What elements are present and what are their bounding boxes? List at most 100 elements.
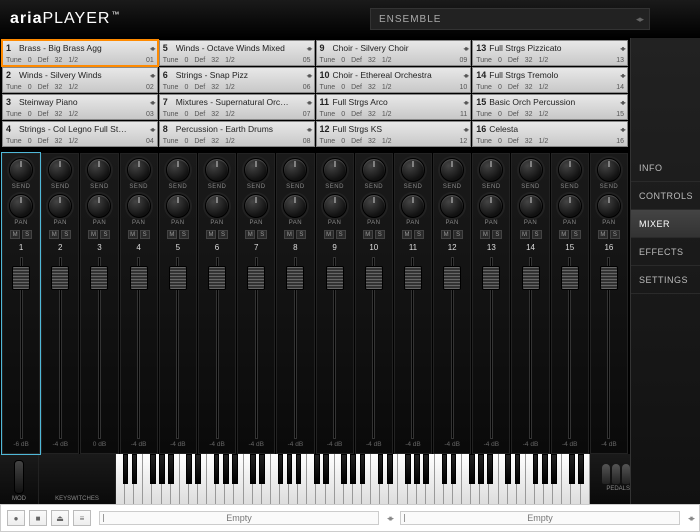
black-key[interactable] — [259, 454, 265, 484]
fader-handle[interactable] — [169, 266, 187, 290]
instrument-slot[interactable]: 13Full Strgs Pizzicato◂▸Tune0Def321/213 — [472, 40, 628, 66]
black-key[interactable] — [323, 454, 329, 484]
black-key[interactable] — [387, 454, 393, 484]
instrument-slot[interactable]: 15Basic Orch Percussion◂▸Tune0Def321/215 — [472, 94, 628, 120]
black-key[interactable] — [195, 454, 201, 484]
black-key[interactable] — [469, 454, 475, 484]
instrument-slot[interactable]: 14Full Strgs Tremolo◂▸Tune0Def321/214 — [472, 67, 628, 93]
instrument-slot[interactable]: 2Winds - Silvery Winds◂▸Tune0Def321/202 — [2, 67, 158, 93]
virtual-keyboard[interactable] — [116, 454, 590, 504]
fader-handle[interactable] — [365, 266, 383, 290]
eject-button[interactable]: ⏏ — [51, 510, 69, 526]
pan-knob[interactable] — [440, 194, 464, 218]
fader-handle[interactable] — [130, 266, 148, 290]
black-key[interactable] — [487, 454, 493, 484]
black-key[interactable] — [551, 454, 557, 484]
pan-knob[interactable] — [597, 194, 621, 218]
slot-prev-next-icon[interactable]: ◂▸ — [620, 98, 624, 107]
mute-button[interactable]: M — [520, 230, 530, 239]
mute-button[interactable]: M — [480, 230, 490, 239]
pan-knob[interactable] — [283, 194, 307, 218]
send-knob[interactable] — [127, 158, 151, 182]
pan-knob[interactable] — [127, 194, 151, 218]
black-key[interactable] — [123, 454, 129, 484]
black-key[interactable] — [542, 454, 548, 484]
black-key[interactable] — [341, 454, 347, 484]
black-key[interactable] — [278, 454, 284, 484]
pan-knob[interactable] — [9, 194, 33, 218]
solo-button[interactable]: S — [140, 230, 150, 239]
send-knob[interactable] — [440, 158, 464, 182]
send-knob[interactable] — [362, 158, 386, 182]
solo-button[interactable]: S — [336, 230, 346, 239]
tab-controls[interactable]: CONTROLS — [631, 182, 700, 210]
send-knob[interactable] — [479, 158, 503, 182]
fader-handle[interactable] — [12, 266, 30, 290]
solo-button[interactable]: S — [375, 230, 385, 239]
black-key[interactable] — [478, 454, 484, 484]
send-knob[interactable] — [205, 158, 229, 182]
black-key[interactable] — [405, 454, 411, 484]
slot-prev-next-icon[interactable]: ◂▸ — [306, 98, 310, 107]
tab-mixer[interactable]: MIXER — [631, 210, 700, 238]
mute-button[interactable]: M — [324, 230, 334, 239]
solo-button[interactable]: S — [179, 230, 189, 239]
slot-prev-next-icon[interactable]: ◂▸ — [306, 71, 310, 80]
black-key[interactable] — [223, 454, 229, 484]
instrument-slot[interactable]: 11Full Strgs Arco◂▸Tune0Def321/211 — [316, 94, 472, 120]
pan-knob[interactable] — [166, 194, 190, 218]
mute-button[interactable]: M — [10, 230, 20, 239]
slot-prev-next-icon[interactable]: ◂▸ — [463, 44, 467, 53]
pan-knob[interactable] — [244, 194, 268, 218]
send-knob[interactable] — [401, 158, 425, 182]
solo-button[interactable]: S — [257, 230, 267, 239]
slot-prev-next-icon[interactable]: ◂▸ — [150, 125, 154, 134]
instrument-slot[interactable]: 4Strings - Col Legno Full St…◂▸Tune0Def3… — [2, 121, 158, 147]
pan-knob[interactable] — [401, 194, 425, 218]
solo-button[interactable]: S — [218, 230, 228, 239]
slot-prev-next-icon[interactable]: ◂▸ — [620, 44, 624, 53]
black-key[interactable] — [378, 454, 384, 484]
send-knob[interactable] — [519, 158, 543, 182]
record-button[interactable]: ● — [7, 510, 25, 526]
pan-knob[interactable] — [362, 194, 386, 218]
pan-knob[interactable] — [558, 194, 582, 218]
slot-prev-next-icon[interactable]: ◂▸ — [463, 98, 467, 107]
transport-prev-next-icon[interactable]: ◂▸ — [387, 513, 392, 524]
send-knob[interactable] — [323, 158, 347, 182]
preset-prev-next-icon[interactable]: ◂▸ — [636, 14, 643, 25]
slot-prev-next-icon[interactable]: ◂▸ — [463, 71, 467, 80]
send-knob[interactable] — [9, 158, 33, 182]
send-knob[interactable] — [283, 158, 307, 182]
mute-button[interactable]: M — [598, 230, 608, 239]
instrument-slot[interactable]: 7Mixtures - Supernatural Orc…◂▸Tune0Def3… — [159, 94, 315, 120]
instrument-slot[interactable]: 3Steinway Piano◂▸Tune0Def321/203 — [2, 94, 158, 120]
fader-handle[interactable] — [90, 266, 108, 290]
pedal-icon[interactable] — [622, 464, 630, 484]
solo-button[interactable]: S — [492, 230, 502, 239]
solo-button[interactable]: S — [22, 230, 32, 239]
black-key[interactable] — [569, 454, 575, 484]
instrument-slot[interactable]: 10Choir - Ethereal Orchestra◂▸Tune0Def32… — [316, 67, 472, 93]
pan-knob[interactable] — [519, 194, 543, 218]
black-key[interactable] — [578, 454, 584, 484]
pan-knob[interactable] — [205, 194, 229, 218]
fader-handle[interactable] — [522, 266, 540, 290]
tab-settings[interactable]: SETTINGS — [631, 266, 700, 294]
pan-knob[interactable] — [87, 194, 111, 218]
fader-handle[interactable] — [286, 266, 304, 290]
transport-slot-b[interactable]: Empty — [400, 511, 680, 525]
fader-handle[interactable] — [482, 266, 500, 290]
menu-button[interactable]: ≡ — [73, 510, 91, 526]
mute-button[interactable]: M — [167, 230, 177, 239]
solo-button[interactable]: S — [571, 230, 581, 239]
mute-button[interactable]: M — [363, 230, 373, 239]
pedal-icon[interactable] — [612, 464, 620, 484]
mute-button[interactable]: M — [88, 230, 98, 239]
mute-button[interactable]: M — [49, 230, 59, 239]
solo-button[interactable]: S — [61, 230, 71, 239]
send-knob[interactable] — [597, 158, 621, 182]
fader-handle[interactable] — [561, 266, 579, 290]
black-key[interactable] — [159, 454, 165, 484]
fader-handle[interactable] — [404, 266, 422, 290]
